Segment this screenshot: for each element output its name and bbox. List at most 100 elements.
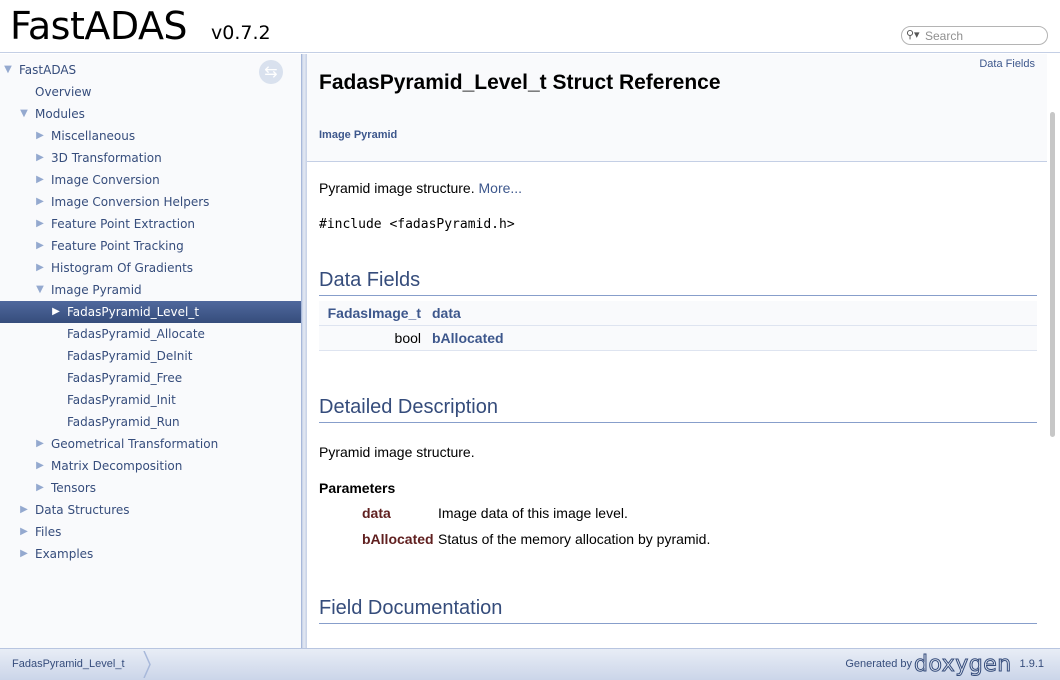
nav-item[interactable]: ▼ Modules <box>0 103 301 125</box>
nav-item[interactable]: ▶ Files <box>0 521 301 543</box>
param-desc: Image data of this image level. <box>438 505 628 521</box>
nav-item[interactable]: FadasPyramid_Free <box>0 367 301 389</box>
collapsed-arrow-icon[interactable]: ▶ <box>34 213 46 235</box>
nav-item[interactable]: Overview <box>0 81 301 103</box>
nav-item-label: Histogram Of Gradients <box>51 261 194 275</box>
member-type: bool <box>394 330 421 346</box>
page-header: Data Fields FadasPyramid_Level_t Struct … <box>307 54 1047 162</box>
param-name: data <box>362 505 391 521</box>
nav-item[interactable]: FadasPyramid_Run <box>0 411 301 433</box>
doc-content: Data Fields FadasPyramid_Level_t Struct … <box>307 54 1060 648</box>
scrollbar[interactable] <box>1047 54 1060 648</box>
nav-item-label: FadasPyramid_Free <box>67 371 183 385</box>
nav-item-label: Modules <box>35 107 85 121</box>
nav-item-label: FadasPyramid_Level_t <box>67 305 200 319</box>
params-label: Parameters <box>319 480 396 496</box>
collapsed-arrow-icon[interactable]: ▶ <box>34 147 46 169</box>
collapsed-arrow-icon[interactable]: ▶ <box>34 257 46 279</box>
doxygen-logo[interactable]: doxygen <box>914 652 1012 678</box>
collapsed-arrow-icon[interactable]: ▶ <box>34 235 46 257</box>
footer-generated-by: Generated by <box>845 658 912 670</box>
nav-item-label: Examples <box>35 547 94 561</box>
nav-item[interactable]: ▶ Miscellaneous <box>0 125 301 147</box>
summary-link-data-fields[interactable]: Data Fields <box>979 58 1035 70</box>
nav-item[interactable]: FadasPyramid_Allocate <box>0 323 301 345</box>
search-input[interactable] <box>925 28 1043 43</box>
nav-item-label: Image Conversion <box>51 173 160 187</box>
nav-item[interactable]: ▶ Feature Point Tracking <box>0 235 301 257</box>
nav-item-label: Matrix Decomposition <box>51 459 183 473</box>
member-type-link[interactable]: FadasImage_t <box>328 301 421 326</box>
nav-item-label: Feature Point Extraction <box>51 217 196 231</box>
side-nav: ▼ FastADAS Overview ▼ Modules ▶ Miscellaneous ▶… <box>0 54 301 648</box>
collapsed-arrow-icon[interactable]: ▶ <box>34 433 46 455</box>
nav-item[interactable]: ▶ Histogram Of Gradients <box>0 257 301 279</box>
nav-item-label: FadasPyramid_DeInit <box>67 349 193 363</box>
nav-item[interactable]: ▶ Image Conversion <box>0 169 301 191</box>
nav-item-label: FadasPyramid_Run <box>67 415 180 429</box>
collapsed-arrow-icon[interactable]: ▶ <box>18 543 30 565</box>
scrollbar-thumb[interactable] <box>1050 112 1055 437</box>
ingroups-link[interactable]: Image Pyramid <box>319 129 397 141</box>
nav-item[interactable]: ▶ FadasPyramid_Level_t <box>0 301 301 323</box>
nav-item[interactable]: ▶ Geometrical Transformation <box>0 433 301 455</box>
member-row: bool bAllocated <box>319 326 1037 351</box>
nav-item[interactable]: ▶ Matrix Decomposition <box>0 455 301 477</box>
project-name: FastADAS <box>10 4 188 48</box>
project-version: v0.7.2 <box>211 22 271 44</box>
nav-item[interactable]: FadasPyramid_DeInit <box>0 345 301 367</box>
brief-description: Pyramid image structure. More... <box>319 179 522 197</box>
top-header: FastADAS v0.7.2 ⚲▾ <box>0 0 1060 53</box>
nav-item[interactable]: ▶ Tensors <box>0 477 301 499</box>
data-fields-heading: Data Fields <box>319 267 1037 296</box>
nav-path-separator-icon <box>143 651 151 678</box>
expanded-arrow-icon[interactable]: ▼ <box>34 279 46 301</box>
expanded-arrow-icon[interactable]: ▼ <box>2 59 14 81</box>
nav-path: FadasPyramid_Level_t Generated by doxyge… <box>0 648 1060 680</box>
expanded-arrow-icon[interactable]: ▼ <box>18 103 30 125</box>
member-row: FadasImage_t data <box>319 301 1037 326</box>
member-name-link[interactable]: data <box>432 301 461 326</box>
collapsed-arrow-icon[interactable]: ▶ <box>34 125 46 147</box>
param-name: bAllocated <box>362 531 434 547</box>
field-documentation-heading: Field Documentation <box>319 595 1037 624</box>
collapsed-arrow-icon[interactable]: ▶ <box>50 301 62 323</box>
param-desc: Status of the memory allocation by pyram… <box>438 531 711 547</box>
nav-item-label: FadasPyramid_Init <box>67 393 176 407</box>
collapsed-arrow-icon[interactable]: ▶ <box>34 191 46 213</box>
nav-item-label: Feature Point Tracking <box>51 239 184 253</box>
detailed-description-heading: Detailed Description <box>319 394 1037 423</box>
nav-item[interactable]: FadasPyramid_Init <box>0 389 301 411</box>
nav-item[interactable]: ▶ Feature Point Extraction <box>0 213 301 235</box>
nav-item[interactable]: ▼ FastADAS <box>0 59 301 81</box>
nav-item-label: Geometrical Transformation <box>51 437 219 451</box>
collapsed-arrow-icon[interactable]: ▶ <box>34 477 46 499</box>
nav-item[interactable]: ▶ 3D Transformation <box>0 147 301 169</box>
nav-path-item[interactable]: FadasPyramid_Level_t <box>0 649 137 680</box>
nav-item[interactable]: ▶ Data Structures <box>0 499 301 521</box>
collapsed-arrow-icon[interactable]: ▶ <box>34 455 46 477</box>
sync-icon[interactable]: ⇆ <box>259 60 283 84</box>
search-icon[interactable]: ⚲▾ <box>906 28 920 43</box>
nav-item-label: Miscellaneous <box>51 129 136 143</box>
nav-item-label: Overview <box>35 85 92 99</box>
nav-item-label: Image Pyramid <box>51 283 142 297</box>
detailed-text: Pyramid image structure. <box>319 444 475 460</box>
collapsed-arrow-icon[interactable]: ▶ <box>34 169 46 191</box>
brief-text: Pyramid image structure. <box>319 180 475 196</box>
nav-item[interactable]: ▶ Examples <box>0 543 301 565</box>
nav-item-label: 3D Transformation <box>51 151 162 165</box>
nav-item[interactable]: ▼ Image Pyramid <box>0 279 301 301</box>
nav-item-label: Files <box>35 525 62 539</box>
search-box[interactable]: ⚲▾ <box>901 26 1048 45</box>
nav-item-label: FadasPyramid_Allocate <box>67 327 205 341</box>
nav-item-label: Tensors <box>51 481 97 495</box>
more-link[interactable]: More... <box>479 180 523 196</box>
member-name-link[interactable]: bAllocated <box>432 326 504 351</box>
collapsed-arrow-icon[interactable]: ▶ <box>18 521 30 543</box>
collapsed-arrow-icon[interactable]: ▶ <box>18 499 30 521</box>
nav-item-label: Image Conversion Helpers <box>51 195 210 209</box>
nav-item-label: Data Structures <box>35 503 130 517</box>
nav-item[interactable]: ▶ Image Conversion Helpers <box>0 191 301 213</box>
doxygen-version: 1.9.1 <box>1019 658 1044 670</box>
